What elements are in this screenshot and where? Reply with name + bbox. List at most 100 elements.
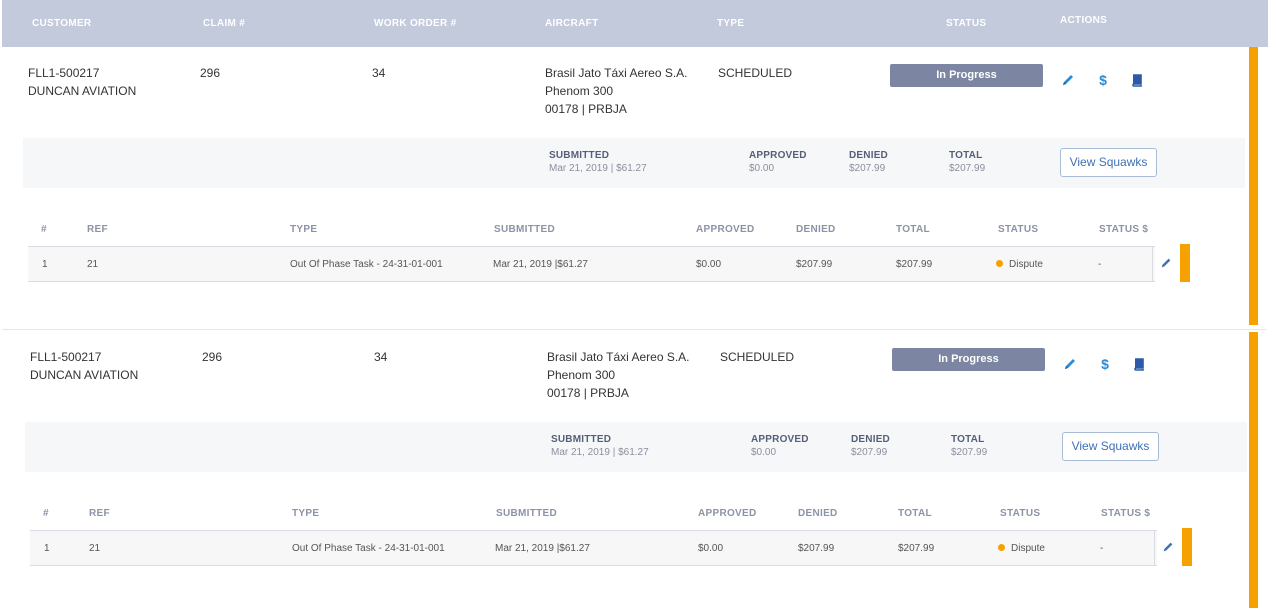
squawk-header-total: TOTAL — [896, 224, 930, 235]
view-squawks-button[interactable]: View Squawks — [1062, 432, 1159, 461]
squawk-header-status-dollar: STATUS $ — [1099, 224, 1149, 235]
book-icon[interactable] — [1131, 356, 1147, 372]
header-actions: ACTIONS — [1060, 15, 1108, 26]
squawk-header-status-dollar: STATUS $ — [1101, 508, 1151, 519]
squawk-ref: 21 — [89, 543, 101, 554]
squawk-num: 1 — [44, 543, 50, 554]
squawk-header-approved: APPROVED — [696, 224, 755, 235]
summary-approved: APPROVED $0.00 — [749, 150, 807, 176]
squawk-header-approved: APPROVED — [698, 508, 757, 519]
dollar-icon[interactable]: $ — [1097, 356, 1113, 372]
header-type[interactable]: TYPE — [717, 18, 744, 29]
claim-type: SCHEDULED — [718, 66, 793, 80]
summary-submitted: SUBMITTED Mar 21, 2019 | $61.27 — [551, 434, 649, 460]
summary-total: TOTAL $207.99 — [949, 150, 985, 176]
pencil-icon[interactable] — [1062, 356, 1078, 372]
aircraft-registration: 00178 | PRBJA — [545, 102, 627, 116]
squawk-submitted: Mar 21, 2019 |$61.27 — [493, 259, 588, 270]
customer-id: FLL1-500217 — [28, 66, 100, 80]
work-order-number: 34 — [374, 350, 388, 364]
customer-name: DUNCAN AVIATION — [30, 368, 139, 382]
aircraft-model: Phenom 300 — [545, 84, 614, 98]
summary-total-label: TOTAL — [949, 150, 983, 161]
pencil-icon[interactable] — [1060, 72, 1076, 88]
squawk-header-num: # — [41, 224, 47, 235]
squawk-approved: $0.00 — [698, 543, 724, 554]
customer-id: FLL1-500217 — [30, 350, 102, 364]
squawk-header-type: TYPE — [290, 224, 318, 235]
claim-type: SCHEDULED — [720, 350, 795, 364]
summary-total-value: $207.99 — [951, 447, 988, 458]
dollar-icon[interactable]: $ — [1095, 72, 1111, 88]
squawk-approved: $0.00 — [696, 259, 722, 270]
summary-approved-value: $0.00 — [751, 447, 777, 458]
summary-approved-label: APPROVED — [751, 434, 809, 445]
status-badge: In Progress — [890, 64, 1043, 87]
squawk-total: $207.99 — [898, 543, 935, 554]
squawk-submitted: Mar 21, 2019 |$61.27 — [495, 543, 590, 554]
claim-summary: SUBMITTED Mar 21, 2019 | $61.27 APPROVED… — [23, 138, 1245, 188]
aircraft-model: Phenom 300 — [547, 368, 616, 382]
header-work-order[interactable]: WORK ORDER # — [374, 18, 457, 29]
aircraft-cell: Brasil Jato Táxi Aereo S.A. Phenom 300 0… — [545, 64, 688, 118]
claim-status-indicator — [1249, 47, 1258, 325]
summary-submitted-label: SUBMITTED — [549, 150, 610, 161]
squawk-status-dollar: - — [1100, 543, 1104, 554]
aircraft-operator: Brasil Jato Táxi Aereo S.A. — [545, 66, 688, 80]
header-status[interactable]: STATUS — [946, 18, 986, 29]
squawk-denied: $207.99 — [798, 543, 835, 554]
squawk-status: Dispute — [998, 542, 1045, 556]
summary-denied: DENIED $207.99 — [851, 434, 890, 460]
squawk-row: 1 21 Out Of Phase Task - 24-31-01-001 Ma… — [28, 246, 1155, 282]
customer-cell: FLL1-500217 DUNCAN AVIATION — [28, 64, 136, 100]
book-icon[interactable] — [1129, 72, 1145, 88]
header-customer[interactable]: CUSTOMER — [32, 18, 91, 29]
squawk-header-submitted: SUBMITTED — [496, 508, 558, 519]
summary-total-label: TOTAL — [951, 434, 985, 445]
claim-number[interactable]: 296 — [200, 64, 220, 82]
summary-approved-label: APPROVED — [749, 150, 807, 161]
summary-submitted-label: SUBMITTED — [551, 434, 612, 445]
squawk-header-submitted: SUBMITTED — [494, 224, 556, 235]
header-claim[interactable]: CLAIM # — [203, 18, 245, 29]
aircraft-registration: 00178 | PRBJA — [547, 386, 629, 400]
status-badge: In Progress — [892, 348, 1045, 371]
customer-name: DUNCAN AVIATION — [28, 84, 137, 98]
summary-denied-value: $207.99 — [849, 163, 886, 174]
summary-approved: APPROVED $0.00 — [751, 434, 809, 460]
squawk-header-total: TOTAL — [898, 508, 932, 519]
summary-denied: DENIED $207.99 — [849, 150, 888, 176]
summary-submitted: SUBMITTED Mar 21, 2019 | $61.27 — [549, 150, 647, 176]
header-aircraft[interactable]: AIRCRAFT — [545, 18, 599, 29]
claim-card: FLL1-500217 DUNCAN AVIATION 296 34 Brasi… — [2, 47, 1266, 330]
squawk-header-ref: REF — [89, 508, 110, 519]
summary-total: TOTAL $207.99 — [951, 434, 987, 460]
claim-number[interactable]: 296 — [202, 348, 222, 366]
squawk-pencil-icon[interactable] — [1161, 540, 1175, 559]
squawk-pencil-icon[interactable] — [1159, 256, 1173, 275]
summary-approved-value: $0.00 — [749, 163, 775, 174]
squawk-num: 1 — [42, 259, 48, 270]
aircraft-operator: Brasil Jato Táxi Aereo S.A. — [547, 350, 690, 364]
squawk-edit[interactable] — [1154, 530, 1182, 566]
squawk-status-indicator — [1182, 528, 1192, 566]
summary-submitted-value: Mar 21, 2019 | $61.27 — [549, 163, 647, 174]
squawk-header-denied: DENIED — [798, 508, 838, 519]
squawk-denied: $207.99 — [796, 259, 833, 270]
squawk-header-ref: REF — [87, 224, 108, 235]
summary-denied-label: DENIED — [849, 150, 888, 161]
table-header: CUSTOMER CLAIM # WORK ORDER # AIRCRAFT T… — [2, 0, 1268, 47]
squawk-header-type: TYPE — [292, 508, 320, 519]
squawk-header-status: STATUS — [998, 224, 1039, 235]
summary-submitted-value: Mar 21, 2019 | $61.27 — [551, 447, 649, 458]
work-order-number: 34 — [372, 66, 386, 80]
claim-status-indicator — [1249, 332, 1258, 608]
squawk-header-status: STATUS — [1000, 508, 1041, 519]
status-dot-icon — [996, 260, 1003, 267]
squawk-type: Out Of Phase Task - 24-31-01-001 — [290, 259, 443, 270]
squawk-row: 1 21 Out Of Phase Task - 24-31-01-001 Ma… — [30, 530, 1157, 566]
squawk-status-dollar: - — [1098, 259, 1102, 270]
squawk-status-label: Dispute — [1009, 259, 1043, 270]
view-squawks-button[interactable]: View Squawks — [1060, 148, 1157, 177]
squawk-edit[interactable] — [1152, 246, 1180, 282]
